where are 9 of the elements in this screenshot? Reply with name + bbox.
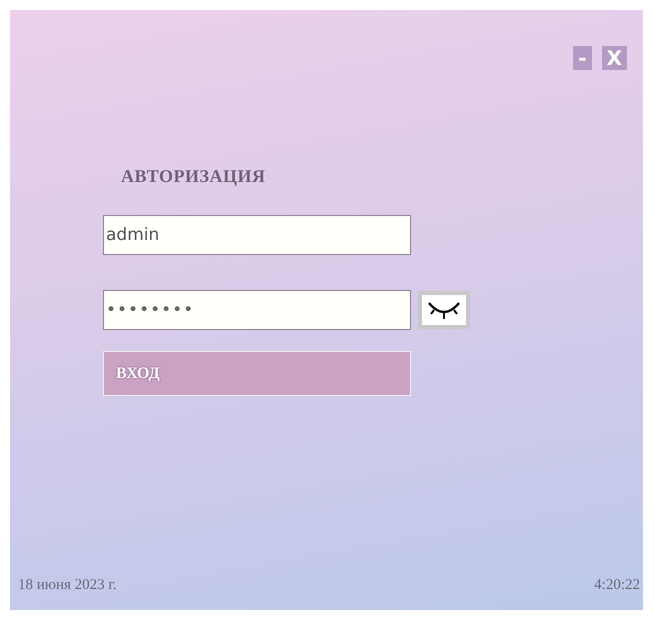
login-field[interactable]: admin (103, 215, 411, 255)
login-button[interactable]: ВХОД (103, 351, 411, 396)
minimize-button[interactable]: - (573, 46, 592, 70)
time-label: 4:20:22 (594, 577, 640, 594)
show-password-button[interactable] (418, 291, 470, 329)
date-label: 18 июня 2023 г. (18, 577, 117, 594)
close-button[interactable]: X (602, 46, 627, 70)
form-title: АВТОРИЗАЦИЯ (121, 166, 267, 187)
password-field[interactable]: •••••••• (103, 290, 411, 330)
